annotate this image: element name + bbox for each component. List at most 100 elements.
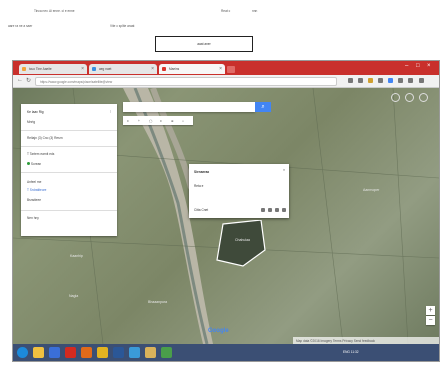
search-button[interactable]: ⌕	[255, 102, 271, 112]
menu-icon[interactable]	[419, 78, 424, 83]
back-icon[interactable]: ←	[17, 77, 23, 83]
map-label: Bhaaanpura	[148, 300, 168, 304]
tab-label: Maeins	[169, 67, 180, 71]
system-tray[interactable]: ENG 11:32	[343, 350, 359, 354]
bookmark-icon[interactable]	[348, 78, 353, 83]
divider	[21, 130, 117, 131]
popup-footer: Citta Cnet	[194, 208, 209, 212]
layer-icon[interactable]: ⊕	[171, 119, 174, 123]
map-view[interactable]: Ke Iaav Rig ⋮ Mnrtg Reltajn (3) Cno (3) …	[13, 88, 439, 344]
tab-bar: tcuo Tine Aaeite × aeg naet × Maeins × –…	[13, 61, 439, 75]
reload-icon[interactable]: ↻	[26, 77, 31, 84]
firefox-icon[interactable]	[81, 347, 92, 358]
compass-icon[interactable]	[391, 93, 400, 102]
doc-text-right-a: Reat c	[221, 9, 231, 13]
delete-icon[interactable]	[282, 208, 286, 212]
explorer-icon[interactable]	[33, 347, 44, 358]
field-polygon[interactable]	[213, 220, 268, 268]
panel-item[interactable]: Nen hny	[27, 216, 39, 220]
start-icon[interactable]	[17, 347, 28, 358]
google-logo-text: Google	[208, 328, 229, 334]
doc-button[interactable]: aaat aner	[155, 36, 253, 52]
home-icon[interactable]	[408, 78, 413, 83]
doc-button-label: aaat aner	[197, 42, 211, 46]
url-field[interactable]: https://www.google.com/maps/place/satell…	[35, 77, 337, 86]
panel-item[interactable]: Sorean	[27, 162, 41, 166]
doc-text-right-b: nnn	[252, 9, 258, 13]
pegman-icon[interactable]	[405, 93, 414, 102]
minimize-icon[interactable]: –	[405, 63, 408, 69]
home-icon[interactable]: ⌂	[182, 119, 184, 123]
close-icon[interactable]: ×	[283, 168, 285, 172]
extension-icon[interactable]	[358, 78, 363, 83]
address-bar: ← ↻ https://www.google.com/maps/place/sa…	[13, 75, 439, 88]
location-dot-icon	[27, 162, 30, 165]
map-footer-text: Map data ©2016 Imagery Terms Privacy Sen…	[296, 338, 376, 343]
panel-item[interactable]: T Tartem earnit eds	[27, 152, 54, 156]
doc-text-line-1: Tinca nev. Ai enne. ci e enne	[34, 9, 75, 13]
popup-subtitle: Reta e	[194, 184, 204, 188]
tab-3[interactable]: Maeins ×	[159, 64, 225, 74]
info-icon[interactable]	[275, 208, 279, 212]
divider	[21, 146, 117, 147]
map-label: Kaanhip	[70, 254, 83, 258]
taskbar: ENG 11:32	[13, 344, 439, 361]
tab-favicon	[22, 67, 26, 71]
divider	[21, 172, 117, 173]
window-close-icon[interactable]: ×	[427, 63, 431, 69]
extension-icon[interactable]	[378, 78, 383, 83]
style-icon[interactable]	[268, 208, 272, 212]
tab-1[interactable]: tcuo Tine Aaeite ×	[19, 64, 87, 74]
tab-label: aeg naet	[99, 67, 112, 71]
panel-subtitle: Mnrtg	[27, 120, 36, 124]
maximize-icon[interactable]: □	[416, 63, 420, 69]
doc-text-line-2: aare ra ne a saer	[8, 24, 33, 28]
tab-favicon	[92, 67, 96, 71]
folder-icon[interactable]	[145, 347, 156, 358]
panel-item[interactable]: Bsnstieee	[27, 198, 41, 202]
new-tab-button[interactable]	[227, 66, 235, 73]
extension-icon[interactable]	[368, 78, 373, 83]
info-popup: Sienaeraa × Reta e Citta Cnet	[189, 164, 289, 218]
more-icon[interactable]: ⋮	[109, 109, 112, 113]
paint-icon[interactable]	[129, 347, 140, 358]
divider	[21, 210, 117, 211]
map-label: Chahulaa	[235, 238, 250, 242]
word-icon[interactable]	[113, 347, 124, 358]
ie-icon[interactable]	[49, 347, 60, 358]
map-label: Aanrnoper	[363, 188, 380, 192]
map-toolbar: ≡ + ◯ ≡ ⊕ ⌂	[123, 116, 193, 125]
download-icon[interactable]	[398, 78, 403, 83]
map-footer: Map data ©2016 Imagery Terms Privacy Sen…	[293, 337, 439, 344]
map-label: Nagla	[69, 294, 79, 298]
tab-2[interactable]: aeg naet ×	[89, 64, 157, 74]
tab-label: tcuo Tine Aaeite	[29, 67, 52, 71]
url-text: https://www.google.com/maps/place/satell…	[40, 79, 113, 84]
pdf-icon[interactable]	[65, 347, 76, 358]
maps-icon[interactable]	[161, 347, 172, 358]
close-icon[interactable]: ×	[81, 66, 84, 72]
search-input[interactable]	[123, 102, 255, 112]
chrome-icon[interactable]	[97, 347, 108, 358]
zoom-in-button[interactable]: +	[426, 306, 435, 315]
account-icon[interactable]	[419, 93, 428, 102]
list-icon[interactable]: ≡	[160, 119, 162, 123]
circle-icon[interactable]: ◯	[149, 119, 153, 123]
edit-icon[interactable]	[261, 208, 265, 212]
add-icon[interactable]: +	[138, 119, 140, 123]
panel-title: Ke Iaav Rig	[27, 110, 44, 114]
menu-icon[interactable]: ≡	[127, 119, 129, 123]
tab-favicon	[162, 67, 166, 71]
popup-title: Sienaeraa	[194, 170, 210, 174]
doc-text-line-2-mid: Vite c splite araat	[110, 24, 135, 28]
close-icon[interactable]: ×	[151, 66, 154, 72]
panel-item[interactable]: Reltajn (3) Cno (3) Resrn	[27, 136, 63, 140]
extension-icon[interactable]	[388, 78, 393, 83]
side-panel: Ke Iaav Rig ⋮ Mnrtg Reltajn (3) Cno (3) …	[21, 104, 117, 236]
close-icon[interactable]: ×	[219, 66, 222, 72]
browser-screenshot: tcuo Tine Aaeite × aeg naet × Maeins × –…	[12, 60, 440, 362]
zoom-out-button[interactable]: −	[426, 316, 435, 325]
panel-item[interactable]: Anfeel me	[27, 180, 41, 184]
panel-item[interactable]: T Srdratiteore	[27, 188, 46, 192]
panel-item-label: Sorean	[30, 162, 42, 166]
